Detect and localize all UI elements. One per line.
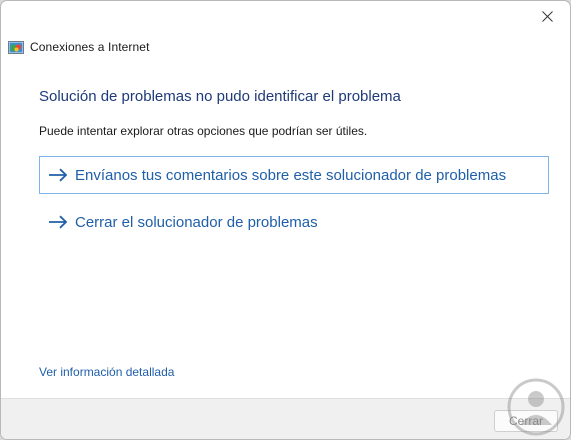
page-subtext: Puede intentar explorar otras opciones q…: [39, 124, 368, 138]
window-close-button[interactable]: [524, 1, 570, 31]
close-icon: [541, 10, 553, 22]
footer-bar: Cerrar: [1, 398, 570, 439]
arrow-right-icon: [49, 168, 68, 182]
view-details-link[interactable]: Ver información detallada: [39, 365, 174, 379]
network-icon: [8, 40, 24, 54]
close-troubleshooter-option[interactable]: Cerrar el solucionador de problemas: [39, 203, 549, 241]
app-header: Conexiones a Internet: [8, 38, 150, 56]
arrow-right-icon: [49, 215, 68, 229]
app-name: Conexiones a Internet: [30, 40, 150, 54]
option-label: Cerrar el solucionador de problemas: [75, 213, 318, 231]
troubleshooter-window: Conexiones a Internet Solución de proble…: [0, 0, 571, 440]
close-button[interactable]: Cerrar: [494, 410, 558, 432]
option-label: Envíanos tus comentarios sobre este solu…: [75, 166, 507, 184]
title-bar: [1, 1, 570, 33]
page-heading: Solución de problemas no pudo identifica…: [39, 88, 401, 105]
send-feedback-option[interactable]: Envíanos tus comentarios sobre este solu…: [39, 156, 549, 194]
